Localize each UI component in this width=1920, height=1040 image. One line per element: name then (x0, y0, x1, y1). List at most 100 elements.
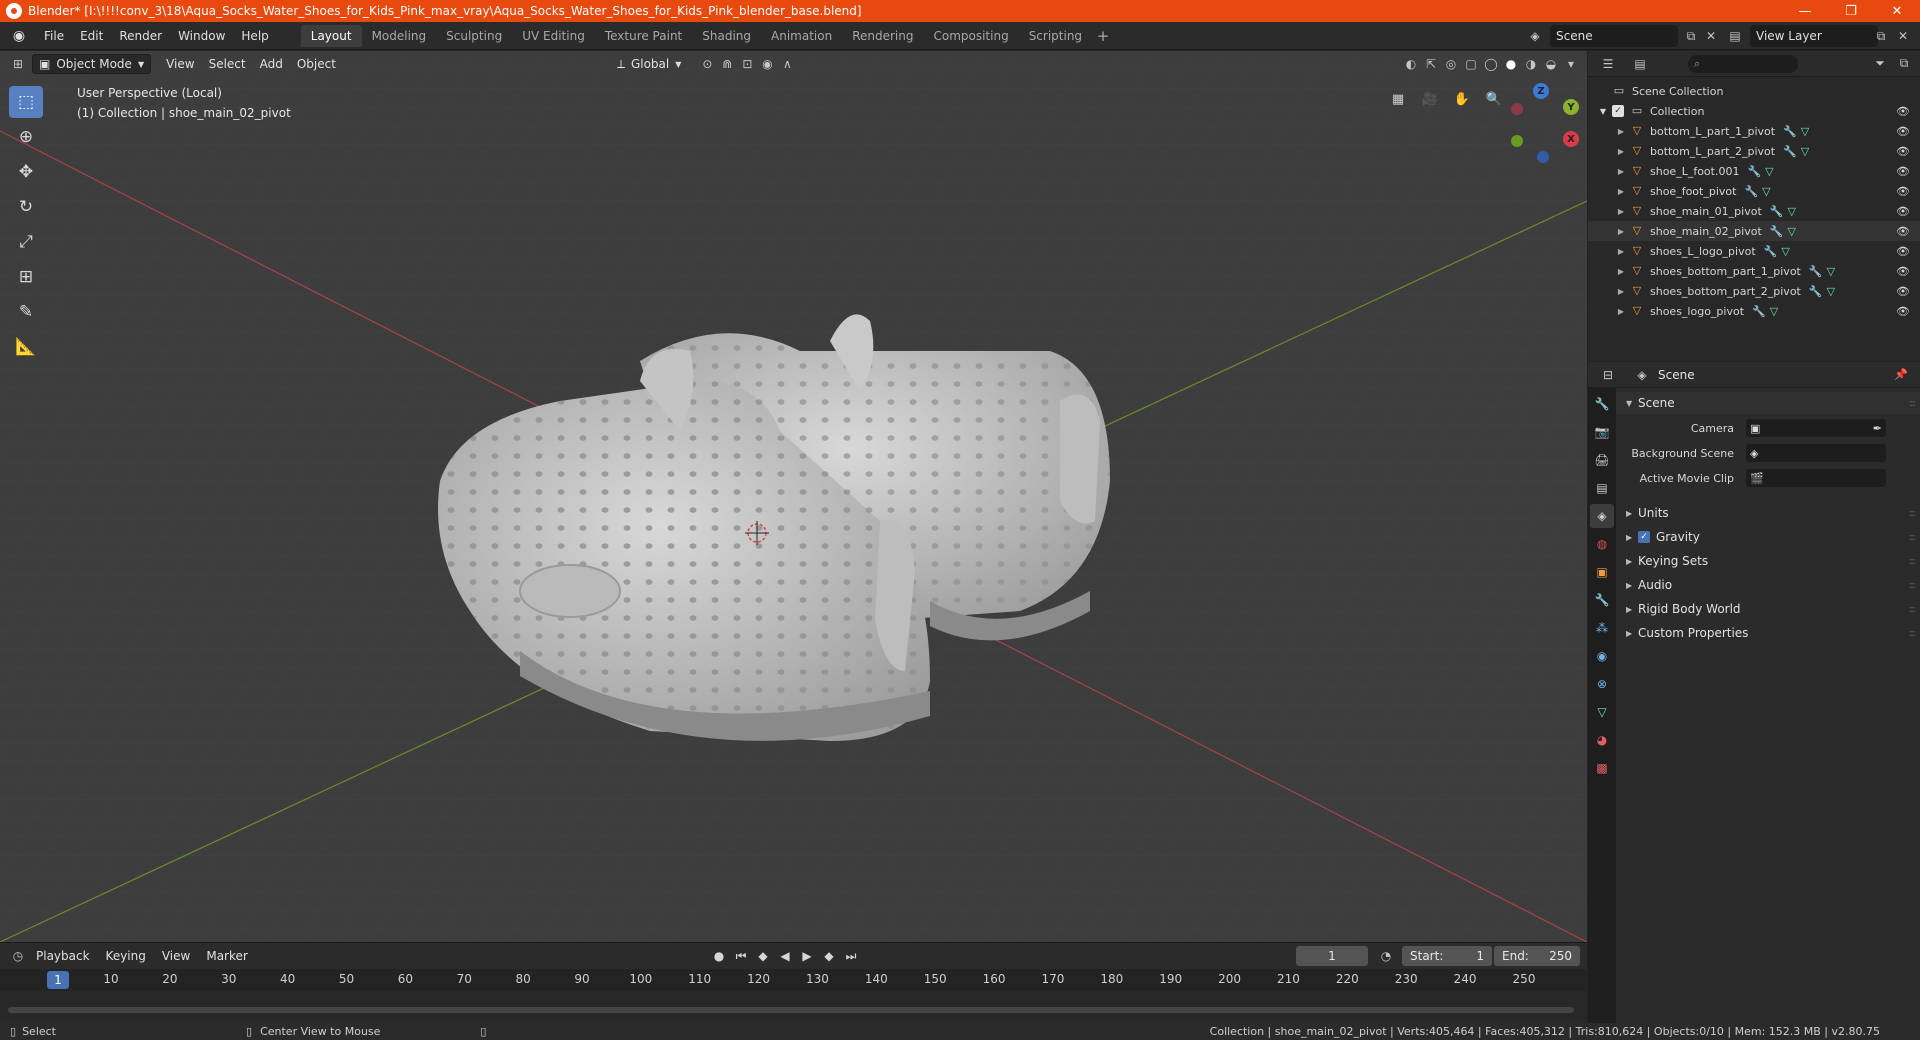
menu-edit[interactable]: Edit (72, 25, 111, 47)
modifier-icon[interactable]: 🔧 (1770, 225, 1784, 238)
outliner-object-row[interactable]: ▶ ▽ bottom_L_part_1_pivot 🔧 ▽ 👁 (1588, 121, 1920, 141)
modifier-icon[interactable]: 🔧 (1744, 185, 1758, 198)
units-panel-header[interactable]: ▶ Units :::: (1616, 502, 1920, 524)
expand-arrow-icon[interactable]: ▶ (1588, 307, 1630, 316)
expand-arrow-icon[interactable]: ▼ (1588, 107, 1612, 116)
pin-icon[interactable]: 📌 (1894, 368, 1908, 381)
scene-panel-header[interactable]: ▼ Scene :::: (1616, 392, 1920, 414)
start-frame-field[interactable]: Start: 1 (1402, 946, 1492, 966)
scene-collection-row[interactable]: ▭ Scene Collection (1588, 81, 1920, 101)
expand-arrow-icon[interactable]: ▶ (1588, 247, 1630, 256)
background-scene-field[interactable]: ◈ (1746, 444, 1886, 462)
timeline-menu-view[interactable]: View (154, 949, 198, 963)
outliner-object-row[interactable]: ▶ ▽ shoe_foot_pivot 🔧 ▽ 👁 (1588, 181, 1920, 201)
next-keyframe-icon[interactable]: ◆ (820, 946, 838, 966)
tab-rendering[interactable]: Rendering (842, 25, 923, 47)
mesh-data-icon[interactable]: ▽ (1781, 245, 1789, 258)
properties-editor-type-icon[interactable]: ⊟ (1598, 365, 1618, 385)
drag-handle-icon[interactable]: :::: (1909, 628, 1917, 639)
active-movie-clip-field[interactable]: 🎬 (1746, 469, 1886, 487)
filter-icon[interactable]: ⏷ (1870, 54, 1890, 74)
tool-tab-icon[interactable]: 🔧 (1590, 392, 1614, 416)
annotate-icon[interactable]: ✎ (9, 296, 43, 328)
minimize-button[interactable]: — (1782, 0, 1828, 22)
move-icon[interactable]: ✥ (9, 156, 43, 188)
output-tab-icon[interactable]: 🖨 (1590, 448, 1614, 472)
expand-arrow-icon[interactable]: ▶ (1588, 167, 1630, 176)
menu-window[interactable]: Window (170, 25, 233, 47)
visibility-icon[interactable]: ◐ (1401, 54, 1421, 74)
outliner-editor-type-icon[interactable]: ☰ (1598, 54, 1618, 74)
mesh-data-icon[interactable]: ▽ (1801, 145, 1809, 158)
eye-icon[interactable]: 👁 (1896, 185, 1910, 198)
gizmo-neg-z-axis[interactable] (1537, 151, 1549, 163)
texture-tab-icon[interactable]: ▩ (1590, 756, 1614, 780)
outliner-object-row[interactable]: ▶ ▽ bottom_L_part_2_pivot 🔧 ▽ 👁 (1588, 141, 1920, 161)
transform-icon[interactable]: ⊞ (9, 261, 43, 293)
proportional-edit-icon[interactable]: ◉ (757, 54, 777, 74)
solid-shading-icon[interactable]: ● (1501, 54, 1521, 74)
outliner-object-row[interactable]: ▶ ▽ shoes_L_logo_pivot 🔧 ▽ 👁 (1588, 241, 1920, 261)
frame-ruler[interactable]: 1 10 20 30 40 50 60 70 80 90 100 110 120 130 140 150 160… (0, 969, 1587, 991)
world-tab-icon[interactable]: ◍ (1590, 532, 1614, 556)
gravity-panel-header[interactable]: ▶ ✓ Gravity :::: (1616, 526, 1920, 548)
timeline-body[interactable] (0, 991, 1587, 1024)
rotate-icon[interactable]: ↻ (9, 191, 43, 223)
gizmo-neg-y-axis[interactable] (1511, 135, 1523, 147)
new-scene-icon[interactable]: ⧉ (1680, 25, 1702, 47)
tab-sculpting[interactable]: Sculpting (436, 25, 512, 47)
record-icon[interactable]: ● (710, 946, 728, 966)
timeline-scrollbar[interactable] (8, 1007, 1574, 1013)
eye-icon[interactable]: 👁 (1896, 165, 1910, 178)
mesh-data-icon[interactable]: ▽ (1770, 305, 1778, 318)
mesh-data-icon[interactable]: ▽ (1801, 125, 1809, 138)
play-reverse-icon[interactable]: ◀ (776, 946, 794, 966)
camera-view-icon[interactable]: 🎥 (1417, 86, 1443, 112)
eye-icon[interactable]: 👁 (1896, 125, 1910, 138)
eye-icon[interactable]: 👁 (1896, 205, 1910, 218)
timeline-menu-marker[interactable]: Marker (198, 949, 255, 963)
viewport-menu-select[interactable]: Select (202, 57, 253, 71)
measure-icon[interactable]: 📐 (9, 331, 43, 363)
eye-icon[interactable]: 👁 (1896, 145, 1910, 158)
mesh-data-icon[interactable]: ▽ (1827, 285, 1835, 298)
editor-type-icon[interactable]: ⊞ (8, 54, 28, 74)
tab-shading[interactable]: Shading (692, 25, 761, 47)
data-tab-icon[interactable]: ▽ (1590, 700, 1614, 724)
jump-start-icon[interactable]: ⏮ (732, 946, 750, 966)
expand-arrow-icon[interactable]: ▶ (1588, 227, 1630, 236)
current-frame-marker[interactable]: 1 (47, 971, 69, 989)
drag-handle-icon[interactable]: :::: (1909, 508, 1917, 519)
eye-icon[interactable]: 👁 (1896, 105, 1910, 118)
falloff-icon[interactable]: ∧ (777, 54, 797, 74)
close-button[interactable]: ✕ (1874, 0, 1920, 22)
object-tab-icon[interactable]: ▣ (1590, 560, 1614, 584)
mesh-data-icon[interactable]: ▽ (1787, 225, 1795, 238)
expand-arrow-icon[interactable]: ▶ (1588, 267, 1630, 276)
scale-icon[interactable]: ⤢ (9, 226, 43, 258)
new-view-layer-icon[interactable]: ⧉ (1870, 25, 1892, 47)
viewport-menu-object[interactable]: Object (290, 57, 343, 71)
expand-arrow-icon[interactable]: ▶ (1588, 127, 1630, 136)
mode-selector[interactable]: ▣ Object Mode ▼ (32, 54, 152, 74)
play-icon[interactable]: ▶ (798, 946, 816, 966)
mesh-data-icon[interactable]: ▽ (1827, 265, 1835, 278)
outliner-object-row[interactable]: ▶ ▽ shoes_bottom_part_1_pivot 🔧 ▽ 👁 (1588, 261, 1920, 281)
mesh-data-icon[interactable]: ▽ (1765, 165, 1773, 178)
tab-uv-editing[interactable]: UV Editing (512, 25, 595, 47)
outliner-search-input[interactable]: ⌕ (1688, 55, 1798, 73)
eyedropper-icon[interactable]: ✒ (1873, 422, 1882, 435)
gizmo-y-axis[interactable]: Y (1563, 99, 1579, 115)
gizmo-neg-x-axis[interactable] (1511, 103, 1523, 115)
overlays-icon[interactable]: ◎ (1441, 54, 1461, 74)
drag-handle-icon[interactable]: :::: (1909, 398, 1917, 409)
modifier-icon[interactable]: 🔧 (1809, 265, 1823, 278)
modifier-icon[interactable]: 🔧 (1783, 125, 1797, 138)
expand-arrow-icon[interactable]: ▶ (1588, 187, 1630, 196)
outliner-object-row[interactable]: ▶ ▽ shoe_L_foot.001 🔧 ▽ 👁 (1588, 161, 1920, 181)
xray-icon[interactable]: ▢ (1461, 54, 1481, 74)
tab-modeling[interactable]: Modeling (362, 25, 437, 47)
eye-icon[interactable]: 👁 (1896, 245, 1910, 258)
view-layer-tab-icon[interactable]: ▤ (1590, 476, 1614, 500)
timeline-menu-playback[interactable]: Playback (28, 949, 98, 963)
